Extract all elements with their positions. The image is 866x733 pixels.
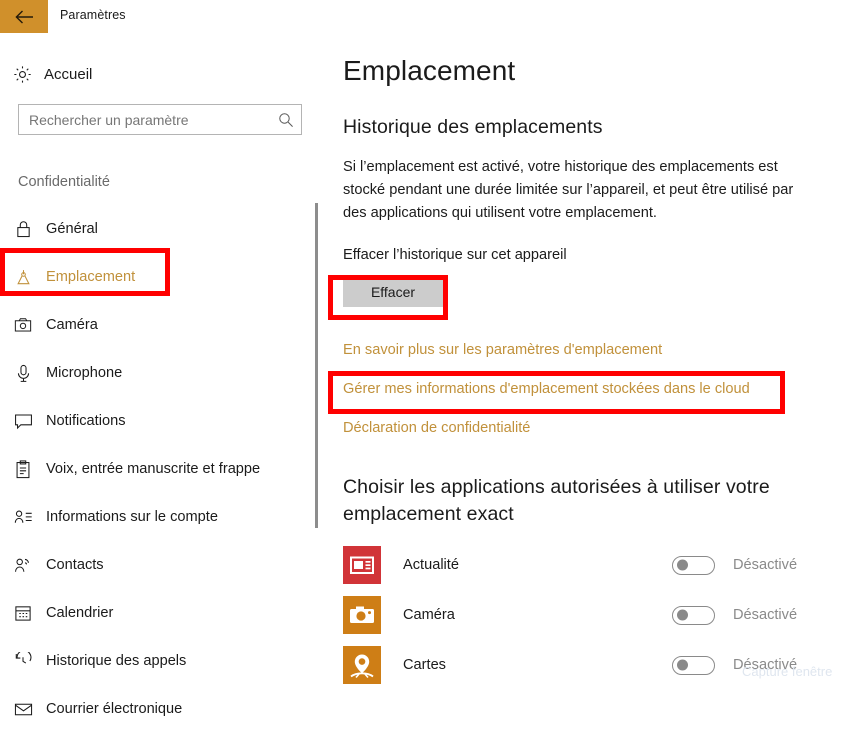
sidebar-item-emplacement[interactable]: Emplacement bbox=[0, 253, 305, 301]
search-input[interactable] bbox=[19, 105, 271, 134]
toggle-knob bbox=[677, 659, 688, 671]
sidebar-item-notifications[interactable]: Notifications bbox=[0, 397, 305, 445]
app-name: Cartes bbox=[403, 657, 446, 673]
sidebar-item-calendar-label: Calendrier bbox=[46, 605, 114, 621]
location-history-description: Si l’emplacement est activé, votre histo… bbox=[343, 159, 794, 221]
sidebar-item-camera[interactable]: Caméra bbox=[0, 301, 305, 349]
camera-icon bbox=[0, 317, 46, 333]
sidebar: Accueil Confidentialité Général bbox=[0, 33, 318, 729]
speech-bubble-icon bbox=[0, 413, 46, 430]
sidebar-item-email[interactable]: Courrier électronique bbox=[0, 685, 305, 733]
sidebar-section-header: Confidentialité bbox=[18, 174, 110, 190]
person-list-icon bbox=[0, 509, 46, 525]
sidebar-scrollbar-thumb[interactable] bbox=[315, 203, 318, 528]
toggle-knob bbox=[677, 559, 688, 571]
lock-icon bbox=[0, 220, 46, 238]
sidebar-item-camera-label: Caméra bbox=[46, 317, 98, 333]
list-item: Cartes Désactivé bbox=[343, 640, 843, 690]
apps-heading: Choisir les applications autorisées à ut… bbox=[343, 476, 770, 525]
location-history-heading: Historique des emplacements bbox=[343, 116, 603, 138]
sidebar-item-microphone[interactable]: Microphone bbox=[0, 349, 305, 397]
link-manage-cloud-location-info[interactable]: Gérer mes informations d'emplacement sto… bbox=[343, 370, 750, 409]
page-title: Emplacement bbox=[343, 55, 516, 86]
sidebar-item-call-history-label: Historique des appels bbox=[46, 653, 187, 669]
microphone-icon bbox=[0, 364, 46, 383]
sidebar-item-general[interactable]: Général bbox=[0, 205, 305, 253]
title-bar: Paramètres bbox=[0, 0, 866, 33]
location-toggle[interactable] bbox=[672, 605, 715, 625]
contacts-icon bbox=[0, 557, 46, 574]
search-box[interactable] bbox=[18, 104, 302, 135]
envelope-icon bbox=[0, 702, 46, 717]
app-permission-list: Actualité Désactivé Caméra Désactivé Car… bbox=[343, 528, 843, 690]
location-toggle[interactable] bbox=[672, 655, 715, 675]
toggle-state-label: Désactivé bbox=[733, 657, 798, 673]
sidebar-item-call-history[interactable]: Historique des appels bbox=[0, 637, 305, 685]
sidebar-item-notifications-label: Notifications bbox=[46, 413, 126, 429]
search-icon[interactable] bbox=[271, 105, 301, 134]
sidebar-item-microphone-label: Microphone bbox=[46, 365, 123, 381]
link-privacy-statement[interactable]: Déclaration de confidentialité bbox=[343, 409, 530, 448]
toggle-knob bbox=[677, 609, 688, 621]
camera-app-icon bbox=[343, 596, 381, 634]
toggle-group: Désactivé bbox=[672, 555, 798, 575]
toggle-state-label: Désactivé bbox=[733, 607, 798, 623]
back-arrow-icon bbox=[14, 10, 34, 24]
app-name: Actualité bbox=[403, 557, 459, 573]
sidebar-item-home[interactable]: Accueil bbox=[0, 57, 300, 91]
call-history-icon bbox=[0, 652, 46, 670]
location-toggle[interactable] bbox=[672, 555, 715, 575]
window-title: Paramètres bbox=[60, 8, 126, 22]
location-pin-icon bbox=[0, 268, 46, 286]
clipboard-icon bbox=[0, 459, 46, 479]
calendar-icon bbox=[0, 604, 46, 622]
sidebar-item-contacts-label: Contacts bbox=[46, 557, 104, 573]
sidebar-item-email-label: Courrier électronique bbox=[46, 701, 183, 717]
gear-icon bbox=[0, 65, 44, 84]
link-learn-more-location-settings[interactable]: En savoir plus sur les paramètres d'empl… bbox=[343, 331, 662, 370]
sidebar-scrollbar[interactable] bbox=[315, 203, 318, 563]
back-button[interactable] bbox=[0, 0, 48, 33]
clear-history-label: Effacer l’historique sur cet appareil bbox=[343, 247, 567, 263]
sidebar-nav: Général Emplacement Caméra Microphone No… bbox=[0, 205, 305, 733]
toggle-group: Désactivé bbox=[672, 655, 798, 675]
sidebar-item-general-label: Général bbox=[46, 221, 98, 237]
list-item: Caméra Désactivé bbox=[343, 590, 843, 640]
toggle-state-label: Désactivé bbox=[733, 557, 798, 573]
sidebar-item-home-label: Accueil bbox=[44, 65, 93, 83]
news-app-icon bbox=[343, 546, 381, 584]
sidebar-item-account-info-label: Informations sur le compte bbox=[46, 509, 218, 525]
toggle-group: Désactivé bbox=[672, 605, 798, 625]
sidebar-item-emplacement-label: Emplacement bbox=[46, 269, 136, 285]
app-name: Caméra bbox=[403, 607, 455, 623]
sidebar-item-voice[interactable]: Voix, entrée manuscrite et frappe bbox=[0, 445, 305, 493]
links-group: En savoir plus sur les paramètres d'empl… bbox=[343, 307, 843, 448]
list-item: Actualité Désactivé bbox=[343, 540, 843, 590]
sidebar-item-voice-label: Voix, entrée manuscrite et frappe bbox=[46, 461, 261, 477]
clear-history-button[interactable]: Effacer bbox=[343, 276, 443, 307]
maps-app-icon bbox=[343, 646, 381, 684]
sidebar-item-contacts[interactable]: Contacts bbox=[0, 541, 305, 589]
sidebar-item-calendar[interactable]: Calendrier bbox=[0, 589, 305, 637]
main-content: Emplacement Historique des emplacements … bbox=[343, 33, 843, 690]
sidebar-item-account-info[interactable]: Informations sur le compte bbox=[0, 493, 305, 541]
